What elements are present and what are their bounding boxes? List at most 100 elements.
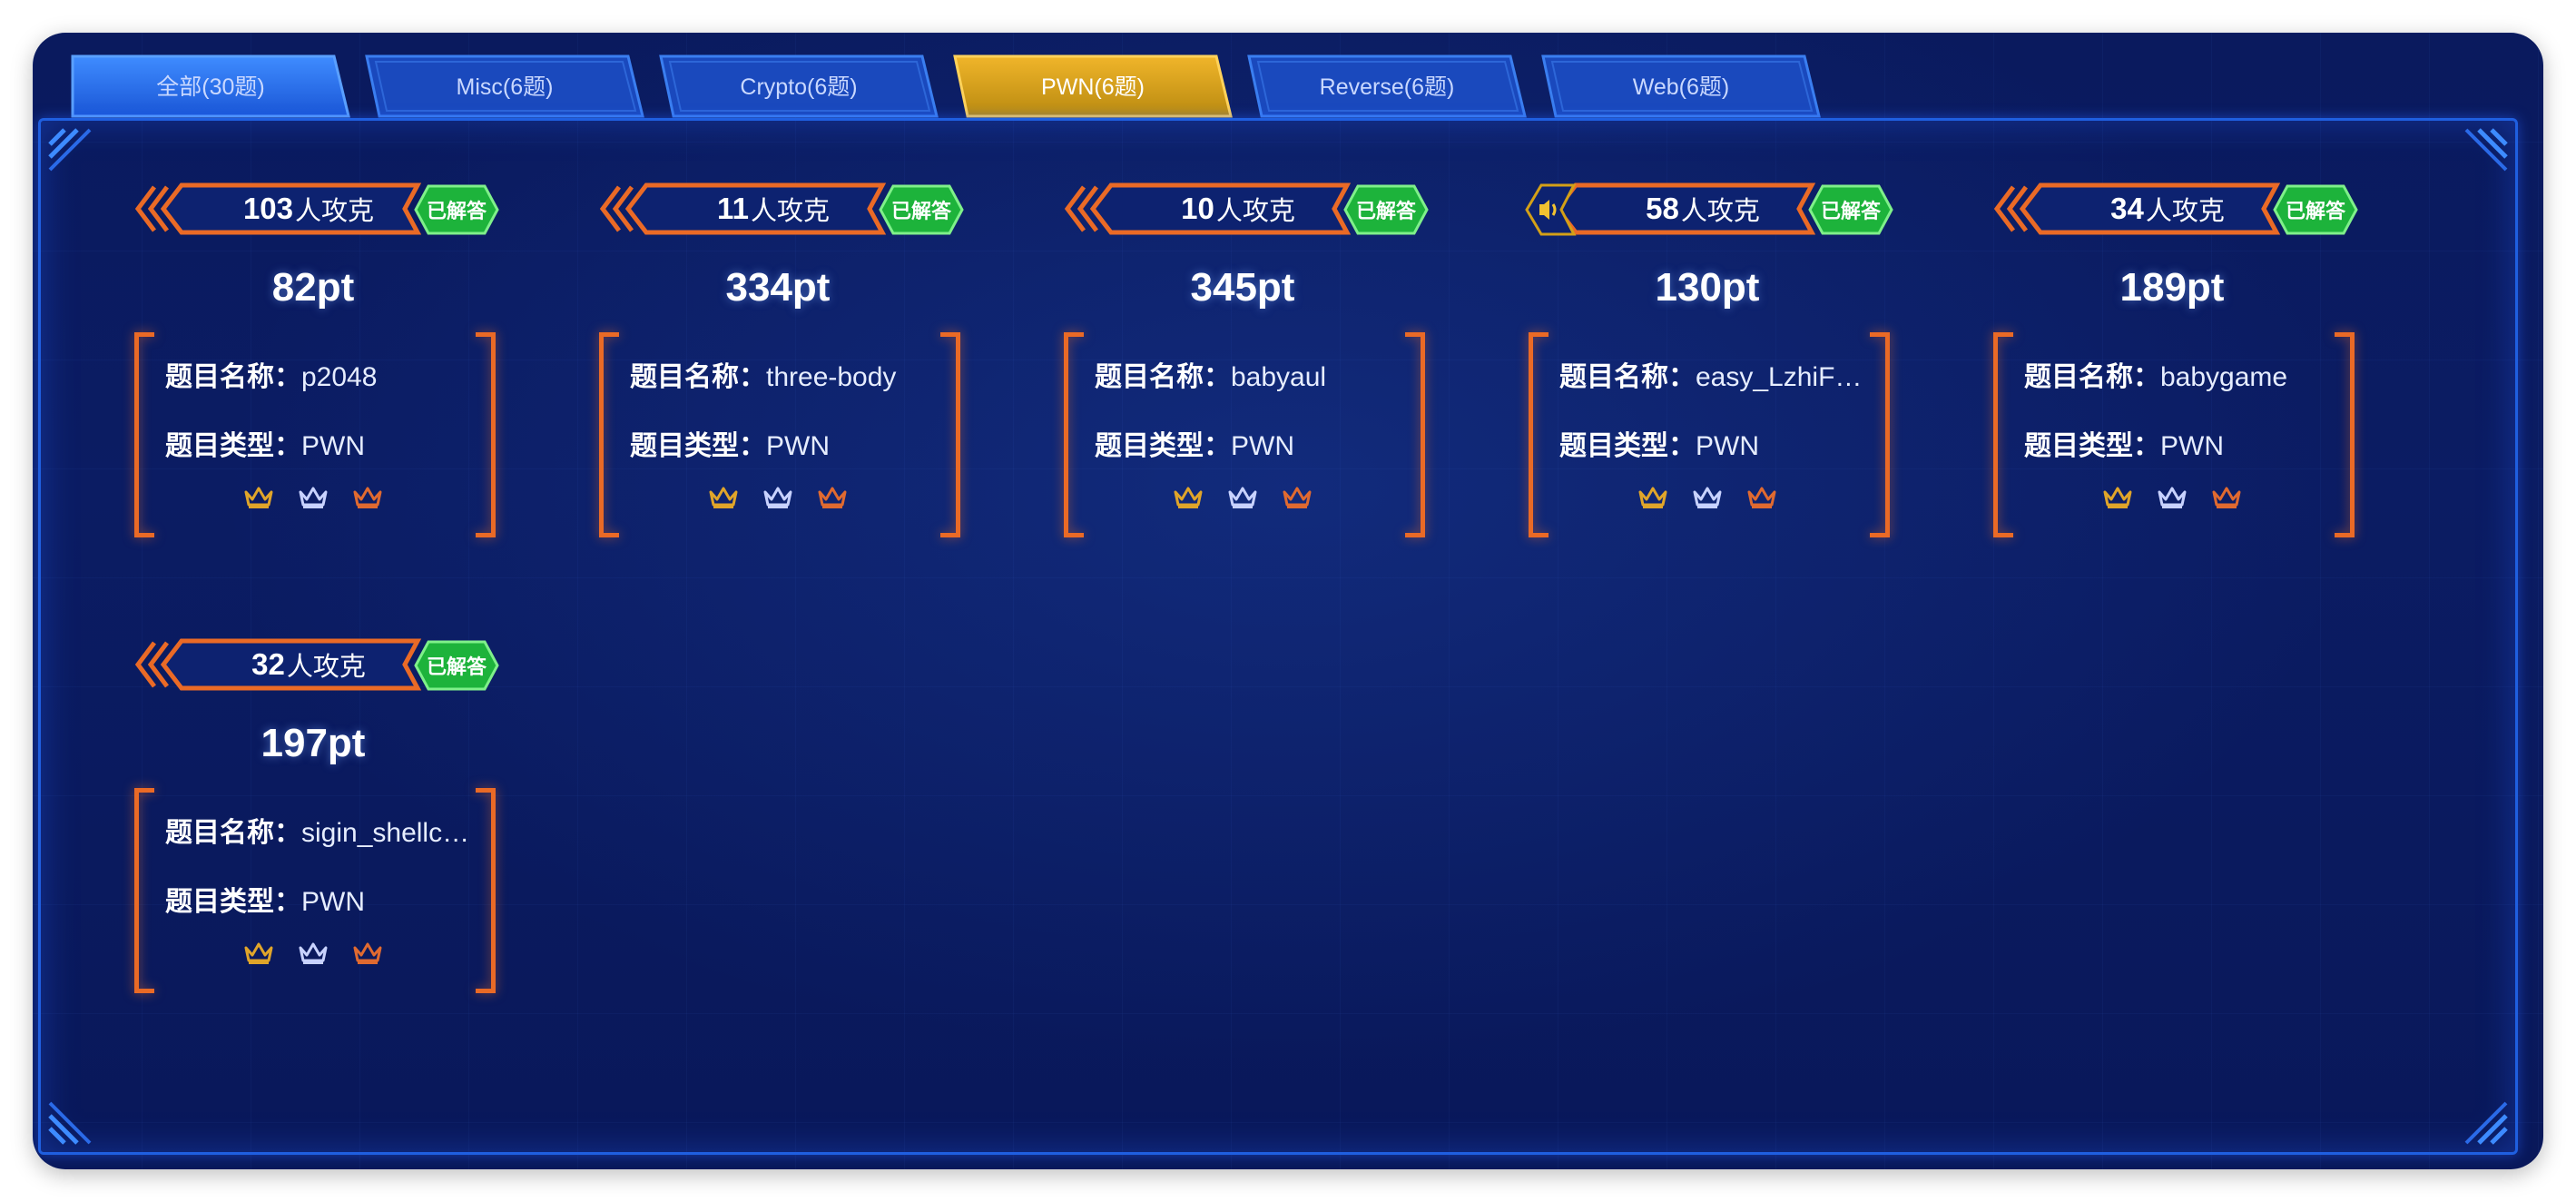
- solvers-count: 11 人攻克: [673, 187, 873, 231]
- crown-silver-icon: [299, 942, 328, 964]
- name-label: 题目名称：: [2024, 362, 2160, 392]
- challenge-info: 题目名称：sigin_shellcode 题目类型：PWN: [127, 788, 499, 997]
- solved-badge-label: 已解答: [2285, 200, 2345, 222]
- challenge-card[interactable]: 11 人攻克 已解答 334pt 题目名称：three-body 题目类型：PWN: [592, 178, 964, 568]
- solvers-count: 34 人攻克: [2068, 187, 2267, 231]
- crown-silver-icon: [2158, 487, 2187, 508]
- name-label: 题目名称：: [1095, 362, 1231, 392]
- corner-decoration-icon: [48, 1101, 92, 1145]
- speaker-icon[interactable]: [1521, 182, 1585, 238]
- tab-crypto[interactable]: Crypto(6题): [657, 53, 940, 118]
- challenge-info: 题目名称：babygame 题目类型：PWN: [1986, 332, 2358, 541]
- tab-reverse[interactable]: Reverse(6题): [1245, 53, 1529, 118]
- challenge-points: 189pt: [2119, 265, 2225, 310]
- tab-label: Reverse(6题): [1319, 74, 1455, 100]
- crown-silver-icon: [1693, 487, 1722, 508]
- challenge-type: PWN: [1231, 431, 1294, 461]
- challenge-info: 题目名称：easy_LzhiFT… 题目类型：PWN: [1521, 332, 1893, 541]
- challenge-card[interactable]: 32 人攻克 已解答 197pt 题目名称：sigin_shellcode 题目类…: [127, 634, 499, 1024]
- challenge-name-row: 题目名称：easy_LzhiFT…: [1559, 354, 1877, 394]
- challenge-info: 题目名称：three-body 题目类型：PWN: [592, 332, 964, 541]
- solved-badge: 已解答: [414, 639, 499, 692]
- challenge-type: PWN: [2160, 431, 2224, 461]
- tab-web[interactable]: Web(6题): [1539, 53, 1823, 118]
- crown-gold-icon: [244, 487, 273, 508]
- type-label: 题目类型：: [165, 887, 301, 917]
- solvers-suffix: 人攻克: [286, 653, 366, 682]
- crown-bronze-icon: [1747, 487, 1776, 508]
- challenge-card[interactable]: 34 人攻克 已解答 189pt 题目名称：babygame 题目类型：PWN: [1986, 178, 2358, 568]
- challenge-type: PWN: [766, 431, 830, 461]
- solved-badge-label: 已解答: [1355, 200, 1416, 222]
- solvers-count: 58 人攻克: [1603, 187, 1803, 231]
- type-label: 题目类型：: [2024, 431, 2160, 461]
- challenge-type-row: 题目类型：PWN: [165, 423, 483, 463]
- type-label: 题目类型：: [1559, 431, 1696, 461]
- crown-gold-icon: [2103, 487, 2132, 508]
- challenge-points: 197pt: [261, 721, 366, 765]
- crown-bronze-icon: [353, 487, 382, 508]
- challenge-name-row: 题目名称：babyaul: [1095, 354, 1412, 394]
- solved-badge: 已解答: [1343, 183, 1429, 236]
- challenge-type: PWN: [301, 431, 365, 461]
- type-label: 题目类型：: [165, 431, 301, 461]
- solvers-number: 103: [242, 192, 294, 225]
- challenge-name: babygame: [2160, 362, 2288, 392]
- solvers-suffix: 人攻克: [750, 197, 830, 226]
- tab-misc[interactable]: Misc(6题): [363, 53, 646, 118]
- crown-silver-icon: [763, 487, 792, 508]
- tab-label: Misc(6题): [456, 74, 554, 100]
- solved-badge: 已解答: [879, 183, 964, 236]
- tab-label: Crypto(6题): [740, 74, 858, 100]
- challenge-points: 130pt: [1655, 265, 1760, 310]
- crown-bronze-icon: [818, 487, 847, 508]
- solved-badge-label: 已解答: [426, 655, 487, 678]
- solvers-suffix: 人攻克: [2145, 197, 2225, 226]
- solved-badge-label: 已解答: [1820, 200, 1881, 222]
- challenge-name: p2048: [301, 362, 378, 392]
- crown-ranking: [1986, 485, 2358, 510]
- type-label: 题目类型：: [1095, 431, 1231, 461]
- tab-label: Web(6题): [1632, 74, 1730, 100]
- solvers-suffix: 人攻克: [1215, 197, 1295, 226]
- solvers-number: 11: [717, 192, 749, 225]
- challenge-card[interactable]: 103 人攻克 已解答 82pt 题目名称：p2048 题目类型：PWN: [127, 178, 499, 568]
- category-tabs: 全部(30题) Misc(6题) Crypto(6题) PWN(6题) Reve…: [69, 53, 1884, 118]
- crown-gold-icon: [709, 487, 738, 508]
- challenge-type-row: 题目类型：PWN: [630, 423, 948, 463]
- crown-gold-icon: [1638, 487, 1667, 508]
- challenge-name: sigin_shellcode: [301, 818, 483, 848]
- tab-all[interactable]: 全部(30题): [69, 53, 352, 118]
- tab-pwn[interactable]: PWN(6题): [951, 53, 1234, 118]
- challenge-info: 题目名称：babyaul 题目类型：PWN: [1057, 332, 1429, 541]
- corner-decoration-icon: [2464, 1101, 2508, 1145]
- name-label: 题目名称：: [1559, 362, 1696, 392]
- crown-gold-icon: [244, 942, 273, 964]
- crown-ranking: [1057, 485, 1429, 510]
- solvers-number: 10: [1181, 192, 1214, 225]
- challenge-type-row: 题目类型：PWN: [165, 879, 483, 919]
- challenge-card[interactable]: 10 人攻克 已解答 345pt 题目名称：babyaul 题目类型：PWN: [1057, 178, 1429, 568]
- corner-decoration-icon: [48, 128, 92, 172]
- crown-bronze-icon: [2212, 487, 2241, 508]
- crown-gold-icon: [1174, 487, 1203, 508]
- solved-badge: 已解答: [1808, 183, 1893, 236]
- crown-bronze-icon: [1283, 487, 1312, 508]
- challenge-name-row: 题目名称：p2048: [165, 354, 483, 394]
- challenge-points: 334pt: [725, 265, 831, 310]
- solvers-number: 58: [1646, 192, 1679, 225]
- challenge-name-row: 题目名称：babygame: [2024, 354, 2342, 394]
- solvers-count: 103 人攻克: [209, 187, 408, 231]
- app-window: 全部(30题) Misc(6题) Crypto(6题) PWN(6题) Reve…: [33, 33, 2543, 1169]
- challenge-card[interactable]: 58 人攻克 已解答 130pt 题目名称：easy_LzhiFT… 题目类型：P…: [1521, 178, 1893, 568]
- challenge-points: 345pt: [1190, 265, 1295, 310]
- crown-ranking: [592, 485, 964, 510]
- solvers-count: 32 人攻克: [209, 643, 408, 686]
- crown-bronze-icon: [353, 942, 382, 964]
- crown-ranking: [127, 485, 499, 510]
- tab-label: 全部(30题): [156, 74, 265, 100]
- crown-ranking: [127, 941, 499, 966]
- name-label: 题目名称：: [165, 362, 301, 392]
- challenge-type-row: 题目类型：PWN: [2024, 423, 2342, 463]
- solved-badge-label: 已解答: [890, 200, 951, 222]
